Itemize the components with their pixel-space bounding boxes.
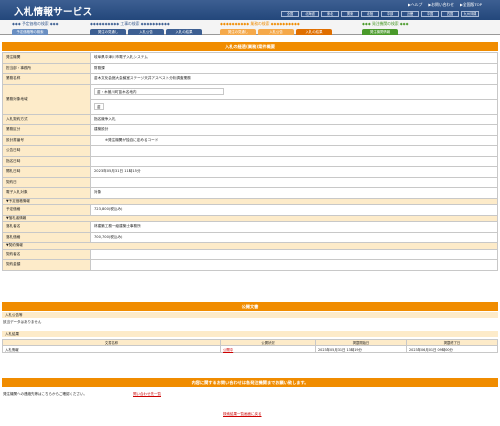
tab-construction-notice[interactable]: 入札公告 xyxy=(128,29,164,35)
back-to-results-link[interactable]: 検索結果一覧画面に戻る xyxy=(223,412,262,417)
detail-row: 契約金額 xyxy=(2,259,498,271)
detail-row: 発注機関 岐阜県中津川市電子入札システム xyxy=(2,52,498,64)
detail-title: 入札の経過(業務)案件概要 xyxy=(2,42,498,51)
region-tab[interactable]: 北海道 xyxy=(301,11,319,17)
region-tab[interactable]: 関東 xyxy=(341,11,359,17)
detail-table: 発注機関 岐阜県中津川市電子入札システム 担当部・事務所 財務課 業務名称 苗木文化会… xyxy=(2,52,498,271)
detail-row: 業務名称 苗木文化会館大会議室ステージ天井アスベスト分析調査業務 xyxy=(2,73,498,85)
table-row: 入札情報 公開中 2023年05月31日 13時19分 2023年06月01日 … xyxy=(2,345,498,353)
region-tab[interactable]: 全国 xyxy=(281,11,299,17)
region-tab[interactable]: 九州沖縄 xyxy=(461,11,479,17)
region-tab[interactable]: 北陸 xyxy=(361,11,379,17)
doc-status-link[interactable]: 公開中 xyxy=(223,348,233,352)
tab-service-outlook[interactable]: 発注の見通し xyxy=(220,29,256,35)
nav-group-agency: ◆◆◆ 発注機関の検索 ◆◆◆ 発注機関情報 xyxy=(362,21,409,35)
doc-name: 入札情報 xyxy=(2,345,221,353)
inquiry-text: 発注機関への連絡先等はこちらからご確認ください。 xyxy=(3,392,87,396)
detail-row: 公告日時 xyxy=(2,145,498,157)
tab-construction-result[interactable]: 入札の結果 xyxy=(166,29,202,35)
tab-service-result[interactable]: 入札の結果 xyxy=(296,29,332,35)
tab-agency-info[interactable]: 発注機関情報 xyxy=(362,29,398,35)
inquiry-bar: 内容に関するお問い合わせは各発注機関までお願い致します。 xyxy=(2,378,498,387)
detail-row: 指名日時 xyxy=(2,155,498,167)
detail-row: 担当部・事務所 財務課 xyxy=(2,62,498,74)
nav-group-construction: ◆◆◆◆◆◆◆◆◆◆ 工事の検索 ◆◆◆◆◆◆◆◆◆◆ 発注の見通し 入札公告 … xyxy=(90,21,202,35)
region-tab[interactable]: 東北 xyxy=(321,11,339,17)
top-links: ▶ヘルプ ▶お問い合わせ ▶全国版TOP xyxy=(408,2,482,8)
region-tab[interactable]: 中部 xyxy=(381,11,399,17)
result-header: 入札結果 xyxy=(2,331,498,337)
result-docs-table: 文書名称 公開状況 掲載開始日 掲載終了日 入札情報 公開中 2023年05月3… xyxy=(2,339,498,353)
doc-start: 2023年05月31日 13時19分 xyxy=(315,345,407,353)
notice-header: 入札公告等 xyxy=(2,312,498,318)
tab-service-notice[interactable]: 入札公告 xyxy=(258,29,294,35)
nav-group-estimate: ◆◆◆ 予定価格の検索 ◆◆◆ 予定価格等の検索 xyxy=(12,21,59,35)
header-banner: 入札情報サービス ▶ヘルプ ▶お問い合わせ ▶全国版TOP 全国 北海道 東北 … xyxy=(0,0,500,20)
doc-end: 2023年06月01日 09時00分 xyxy=(406,345,498,353)
detail-row: 契約者名 xyxy=(2,248,498,260)
detail-row: 電子入札対象 対象 xyxy=(2,187,498,199)
detail-row: 契約日 xyxy=(2,176,498,188)
region-tabs: 全国 北海道 東北 関東 北陸 中部 近畿 中国 四国 九州沖縄 xyxy=(281,11,479,17)
site-logo[interactable]: 入札情報サービス xyxy=(14,4,92,18)
detail-row: 落札価格 700,700(税込み) xyxy=(2,231,498,243)
notice-empty-text: 該当データはありません xyxy=(3,320,42,324)
contact-link[interactable]: ▶お問い合わせ xyxy=(428,2,454,8)
detail-row: 開札日時 2023年05月31日 11時15分 xyxy=(2,166,498,178)
detail-row: 業務対象地域 苗・木曽川町苗木名地内 xyxy=(2,83,498,115)
detail-row: 落札者名 林建築工務一級建築士事務所 xyxy=(2,221,498,233)
region-tab[interactable]: 中国 xyxy=(421,11,439,17)
detail-row: 入札契約方式 指名競争入札 xyxy=(2,113,498,125)
nav-group-service: ◆◆◆◆◆◆◆◆◆◆ 業務の検索 ◆◆◆◆◆◆◆◆◆◆ 発注の見通し 入札公告 … xyxy=(220,21,332,35)
inquiry-list-link[interactable]: 問い合わせ先一覧 xyxy=(133,392,161,397)
tab-construction-outlook[interactable]: 発注の見通し xyxy=(90,29,126,35)
detail-row: 予定価格 723,800(税込み) xyxy=(2,204,498,216)
tab-estimate-search[interactable]: 予定価格等の検索 xyxy=(12,29,48,35)
national-top-link[interactable]: ▶全国版TOP xyxy=(460,2,482,8)
public-docs-title: 公開文書 xyxy=(2,302,498,311)
search-nav: ◆◆◆ 予定価格の検索 ◆◆◆ 予定価格等の検索 ◆◆◆◆◆◆◆◆◆◆ 工事の検… xyxy=(0,20,500,35)
detail-row: 業務区分 建築設計 xyxy=(2,124,498,136)
region-tab[interactable]: 四国 xyxy=(441,11,459,17)
detail-row: 設計書番号 ※発注機関が独自に定めるコード xyxy=(2,134,498,146)
region-tab[interactable]: 近畿 xyxy=(401,11,419,17)
help-link[interactable]: ▶ヘルプ xyxy=(408,2,422,8)
